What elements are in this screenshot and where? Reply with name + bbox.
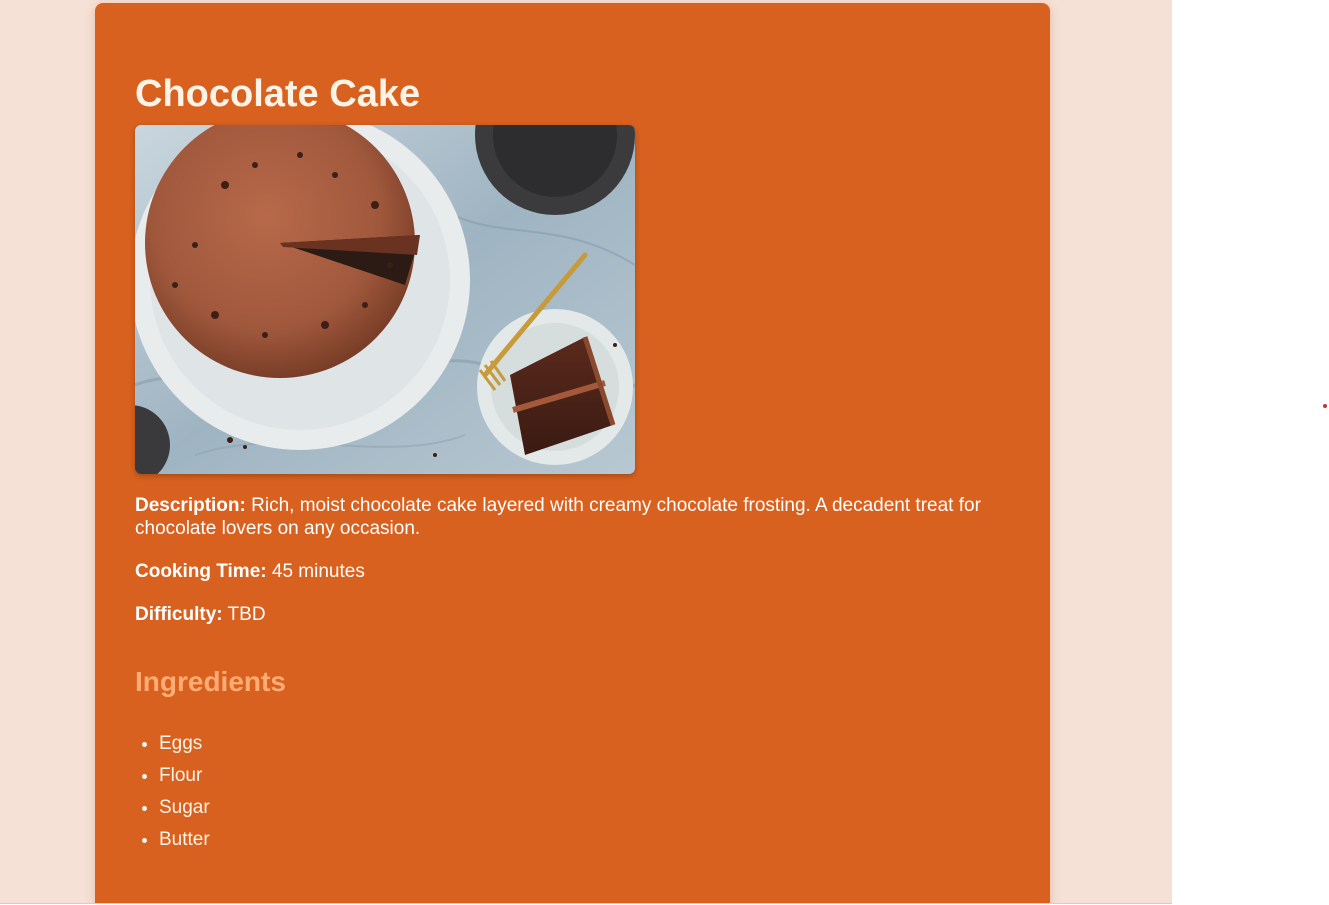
recipe-card: Chocolate Cake Description: Rich, moist … bbox=[95, 3, 1050, 903]
recipe-title: Chocolate Cake bbox=[135, 73, 421, 115]
page-viewport: Chocolate Cake Description: Rich, moist … bbox=[0, 0, 1172, 903]
cooking-time-value: 45 minutes bbox=[266, 561, 365, 582]
description-value: Rich, moist chocolate cake layered with … bbox=[135, 495, 981, 539]
ingredients-heading: Ingredients bbox=[135, 666, 286, 697]
cooking-time-label: Cooking Time: bbox=[135, 561, 267, 582]
ingredient-item: Sugar bbox=[159, 792, 210, 824]
recipe-image bbox=[135, 125, 635, 474]
difficulty-text: Difficulty: TBD bbox=[135, 603, 1015, 626]
description-text: Description: Rich, moist chocolate cake … bbox=[135, 494, 1015, 540]
ingredient-item: Flour bbox=[159, 760, 210, 792]
cooking-time-text: Cooking Time: 45 minutes bbox=[135, 560, 1015, 583]
ingredients-list: Eggs Flour Sugar Butter bbox=[135, 728, 210, 856]
difficulty-value: TBD bbox=[222, 604, 266, 625]
cursor-dot bbox=[1323, 404, 1327, 408]
ingredient-item: Butter bbox=[159, 824, 210, 856]
difficulty-label: Difficulty: bbox=[135, 604, 223, 625]
viewport-bottom-border bbox=[0, 903, 1172, 904]
ingredient-item: Eggs bbox=[159, 728, 210, 760]
description-label: Description: bbox=[135, 495, 246, 516]
